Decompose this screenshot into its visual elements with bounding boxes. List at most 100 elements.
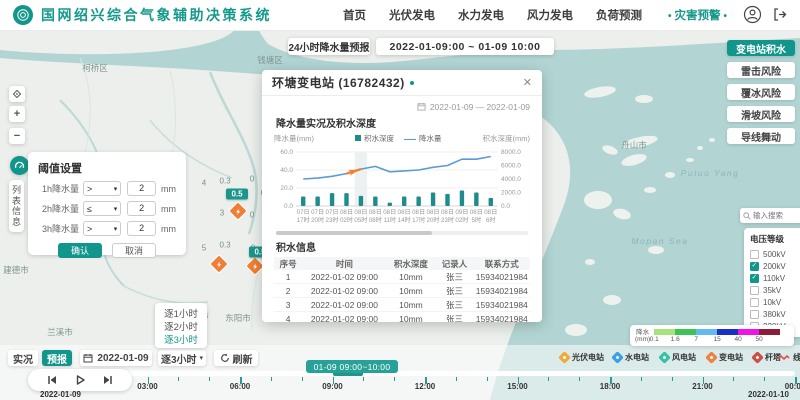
voltage-option-3[interactable]: 35kV xyxy=(750,284,800,296)
play-icon[interactable] xyxy=(74,374,86,386)
risk-button-3[interactable]: 滑坡风险 xyxy=(727,106,795,122)
time-range-display[interactable]: 2022-01-09:00 ~ 01-09 10:00 xyxy=(376,38,554,55)
forecast-24h-button[interactable]: 24小时降水量预报 xyxy=(288,38,370,55)
zoom-in-button[interactable]: + xyxy=(9,106,25,122)
table-row[interactable]: 42022-01-02 09:0010mm张三15934021984 xyxy=(274,312,530,322)
svg-text:17时: 17时 xyxy=(297,216,310,224)
svg-text:08日: 08日 xyxy=(441,209,454,216)
risk-button-4[interactable]: 导线舞动 xyxy=(727,128,795,144)
risk-button-1[interactable]: 雷击风险 xyxy=(727,62,795,78)
interval-dropdown[interactable]: 逐3小时 ▾ xyxy=(158,350,206,366)
search-input[interactable] xyxy=(751,210,797,221)
risk-button-2[interactable]: 覆冰风险 xyxy=(727,84,795,100)
rain-scale-bar: 0.11.67154050 xyxy=(654,325,789,346)
station-legend-item-0[interactable]: 光伏电站 xyxy=(560,352,604,363)
map-rain-value: 0 xyxy=(250,175,254,184)
nav-item-0[interactable]: 首页 xyxy=(343,7,366,23)
station-legend-item-5[interactable]: 线路 xyxy=(777,352,800,363)
checkbox-icon[interactable] xyxy=(750,298,759,307)
forecast-button[interactable]: 预报 xyxy=(42,350,72,366)
interval-menu-item-0[interactable]: 逐1小时 xyxy=(155,306,207,319)
operator-select[interactable]: >▾ xyxy=(83,181,121,196)
voltage-option-5[interactable]: 380kV xyxy=(750,308,800,320)
active-dot: • xyxy=(723,11,727,22)
rain-scale-segment-5 xyxy=(759,329,780,335)
voltage-option-4[interactable]: 10kV xyxy=(750,296,800,308)
risk-button-0[interactable]: 变电站积水 xyxy=(727,40,795,56)
svg-text:2000.0: 2000.0 xyxy=(501,190,521,197)
nav-item-3[interactable]: 风力发电 xyxy=(527,7,573,23)
chart-scrollbar-thumb[interactable] xyxy=(276,231,432,235)
interval-menu-item-1[interactable]: 逐2小时 xyxy=(155,319,207,332)
svg-text:05时: 05时 xyxy=(354,216,367,224)
table-row[interactable]: 22022-01-02 09:0010mm张三15934021984 xyxy=(274,284,530,298)
timeline-tick xyxy=(271,377,272,381)
threshold-value-input[interactable]: 2 xyxy=(127,201,156,216)
timeline-hour-label: 12:00 xyxy=(415,382,435,391)
table-row[interactable]: 32022-01-02 09:0010mm张三15934021984 xyxy=(274,298,530,312)
dialog-title: 环塘变电站 (16782432) xyxy=(272,74,405,91)
zoom-out-button[interactable]: − xyxy=(9,128,25,144)
table-row[interactable]: 12022-01-02 09:0010mm张三15934021984 xyxy=(274,270,530,284)
station-dialog: 环塘变电站 (16782432) ✕ 2022-01-09 — 2022-01-… xyxy=(262,70,542,322)
rain-scale-segment-2 xyxy=(696,329,717,335)
station-search xyxy=(740,208,800,223)
timeline-tick xyxy=(641,377,642,381)
locate-button[interactable] xyxy=(9,86,25,102)
operator-select[interactable]: ≤▾ xyxy=(83,201,121,216)
dialog-date-range[interactable]: 2022-01-09 — 2022-01-09 xyxy=(262,96,542,114)
legend-item-depth[interactable]: 积水深度 xyxy=(355,133,394,144)
checkbox-checked-icon[interactable] xyxy=(750,262,759,271)
date-picker[interactable]: 2022-01-09 xyxy=(80,350,152,366)
cancel-button[interactable]: 取消 xyxy=(112,243,156,258)
skip-end-icon[interactable] xyxy=(102,374,114,386)
checkbox-icon[interactable] xyxy=(750,286,759,295)
checkbox-checked-icon[interactable] xyxy=(750,274,759,283)
logout-button[interactable] xyxy=(771,6,788,28)
threshold-settings-button[interactable] xyxy=(10,156,29,175)
threshold-value-input[interactable]: 2 xyxy=(127,181,156,196)
close-icon[interactable]: ✕ xyxy=(523,76,532,89)
svg-text:08日: 08日 xyxy=(412,209,425,216)
interval-menu-item-2[interactable]: 逐3小时 xyxy=(155,332,207,345)
svg-text:07日: 07日 xyxy=(311,209,324,216)
confirm-button[interactable]: 确认 xyxy=(58,243,102,258)
svg-text:8000.0: 8000.0 xyxy=(501,149,521,156)
voltage-option-0[interactable]: 500kV xyxy=(750,248,800,260)
table-header-cell: 积水深度 xyxy=(387,258,436,270)
station-legend-item-3[interactable]: 变电站 xyxy=(707,352,743,363)
live-button[interactable]: 实况 xyxy=(8,350,38,366)
operator-value: > xyxy=(87,184,92,194)
station-legend-item-1[interactable]: 水电站 xyxy=(613,352,649,363)
active-dot: • xyxy=(668,11,672,22)
nav-item-4[interactable]: 负荷预测 xyxy=(596,7,642,23)
svg-text:08日: 08日 xyxy=(398,209,411,216)
voltage-option-1[interactable]: 200kV xyxy=(750,260,800,272)
voltage-option-2[interactable]: 110kV xyxy=(750,272,800,284)
refresh-button[interactable]: 刷新 xyxy=(214,350,258,366)
rain-badge[interactable]: 0.5 xyxy=(226,189,248,200)
timeline-tick xyxy=(456,377,457,381)
legend-item-rain[interactable]: 降水量 xyxy=(404,133,442,144)
station-legend-label: 变电站 xyxy=(719,352,743,363)
timeline-tick xyxy=(487,377,488,381)
svg-text:23时: 23时 xyxy=(326,216,339,224)
nav-label: 光伏发电 xyxy=(389,10,435,22)
gauge-icon xyxy=(14,160,25,171)
checkbox-icon[interactable] xyxy=(750,250,759,259)
calendar-icon xyxy=(417,102,426,111)
checkbox-icon[interactable] xyxy=(750,310,759,319)
skip-start-icon[interactable] xyxy=(46,374,58,386)
nav-item-2[interactable]: 水力发电 xyxy=(458,7,504,23)
user-avatar-button[interactable] xyxy=(743,5,762,29)
table-cell: 2022-01-02 09:00 xyxy=(302,300,386,310)
list-info-tab[interactable]: 列表信息 xyxy=(9,180,24,232)
threshold-row-label: 1h降水量 xyxy=(38,182,83,195)
svg-text:02时: 02时 xyxy=(455,216,468,224)
nav-item-1[interactable]: 光伏发电 xyxy=(389,7,435,23)
station-legend-item-2[interactable]: 风电站 xyxy=(660,352,696,363)
threshold-value-input[interactable]: 2 xyxy=(127,221,156,236)
timeline-track[interactable] xyxy=(55,371,795,376)
operator-select[interactable]: >▾ xyxy=(83,221,121,236)
nav-item-5[interactable]: •灾害预警• xyxy=(665,7,730,23)
